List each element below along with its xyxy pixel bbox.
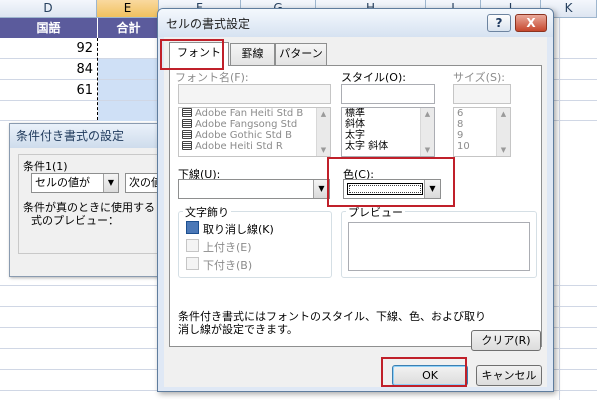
scroll-up-icon[interactable]: ▲ <box>317 108 330 120</box>
preview-group: プレビュー <box>341 204 537 278</box>
conditional-format-dialog: 条件付き書式の設定 条件1(1) セルの値が ▼ 次の値 条件が真のときに使用す… <box>9 123 185 277</box>
cell-value[interactable]: 84 <box>0 60 97 80</box>
condition-label: 条件1(1) <box>23 160 68 173</box>
superscript-label: 上付き(E) <box>203 241 252 254</box>
scroll-up-icon[interactable]: ▲ <box>421 108 434 120</box>
highlight-color-combo <box>327 157 455 207</box>
size-list[interactable]: 6 8 9 10 ▲ ▼ <box>453 107 511 157</box>
strikethrough-label: 取り消し線(K) <box>203 223 274 236</box>
size-list-scrollbar[interactable]: ▲ ▼ <box>496 108 510 156</box>
font-icon <box>182 141 192 150</box>
font-list-scrollbar[interactable]: ▲ ▼ <box>316 108 330 156</box>
font-name-input[interactable] <box>178 84 331 104</box>
underline-combo[interactable]: ▼ <box>178 179 330 199</box>
list-item[interactable]: Adobe Heiti Std R <box>179 141 330 152</box>
strikethrough-checkbox[interactable] <box>186 221 199 234</box>
effects-label: 文字飾り <box>183 204 231 220</box>
selected-cell[interactable] <box>98 59 158 79</box>
dialog-title: セルの書式設定 <box>166 17 251 31</box>
chevron-down-icon[interactable]: ▼ <box>103 174 118 192</box>
condition-group: 条件1(1) セルの値が ▼ 次の値 条件が真のときに使用する 式のプレビュー： <box>18 154 185 254</box>
list-item[interactable]: Adobe Gothic Std B <box>179 130 330 141</box>
font-icon <box>182 130 192 139</box>
tab-pattern[interactable]: パターン <box>275 43 327 65</box>
dialog-body: 罫線 パターン フォント名(F): スタイル(O): サイズ(S): Adobe… <box>164 37 547 387</box>
selected-cell[interactable] <box>98 80 158 100</box>
info-text-line-2: 消し線が設定できます。 <box>178 323 298 336</box>
condition-type-value: セルの値が <box>35 176 90 189</box>
style-label: スタイル(O): <box>341 71 406 84</box>
size-input[interactable] <box>453 84 511 104</box>
close-button[interactable]: X <box>515 14 547 32</box>
font-icon <box>182 108 192 117</box>
marching-ants-border <box>97 38 98 120</box>
style-list-scrollbar[interactable]: ▲ ▼ <box>420 108 434 156</box>
highlight-font-tab <box>160 39 224 70</box>
superscript-checkbox[interactable] <box>186 239 199 252</box>
clear-button[interactable]: クリア(R) <box>471 330 541 351</box>
subscript-label: 下付き(B) <box>203 259 253 272</box>
list-item[interactable]: Adobe Fangsong Std <box>179 119 330 130</box>
selected-cell[interactable] <box>98 101 158 121</box>
column-header-d[interactable]: D <box>0 0 97 18</box>
highlight-ok-button <box>381 357 467 387</box>
font-icon <box>182 119 192 128</box>
column-header-e[interactable]: E <box>97 0 159 18</box>
scroll-down-icon[interactable]: ▼ <box>497 144 510 156</box>
scroll-up-icon[interactable]: ▲ <box>497 108 510 120</box>
style-input[interactable] <box>341 84 435 104</box>
cell-header-total[interactable]: 合計 <box>98 18 159 38</box>
cancel-button[interactable]: キャンセル <box>476 365 542 386</box>
preview-description-2: 式のプレビュー： <box>31 214 119 227</box>
scroll-down-icon[interactable]: ▼ <box>421 144 434 156</box>
condition-type-combo[interactable]: セルの値が ▼ <box>31 173 119 193</box>
preview-area <box>348 222 530 271</box>
subscript-checkbox[interactable] <box>186 257 199 270</box>
dialog-titlebar[interactable]: セルの書式設定 ? X <box>158 9 553 37</box>
cell-value[interactable]: 92 <box>0 39 97 59</box>
font-name-list[interactable]: Adobe Fan Heiti Std B Adobe Fangsong Std… <box>178 107 331 157</box>
effects-group: 文字飾り 取り消し線(K) 上付き(E) 下付き(B) <box>178 204 332 278</box>
cell-header-kokugo[interactable]: 国語 <box>0 18 97 38</box>
cell-value[interactable]: 61 <box>0 81 97 101</box>
list-item[interactable]: Adobe Fan Heiti Std B <box>179 108 330 119</box>
font-name-label: フォント名(F): <box>175 71 249 84</box>
style-list[interactable]: 標準 斜体 太字 太字 斜体 ▲ ▼ <box>341 107 435 157</box>
size-label: サイズ(S): <box>453 71 505 84</box>
tab-border[interactable]: 罫線 <box>230 43 275 65</box>
help-button[interactable]: ? <box>487 14 511 32</box>
grid-line <box>559 18 560 400</box>
conditional-format-title: 条件付き書式の設定 <box>10 124 168 148</box>
scroll-down-icon[interactable]: ▼ <box>317 144 330 156</box>
